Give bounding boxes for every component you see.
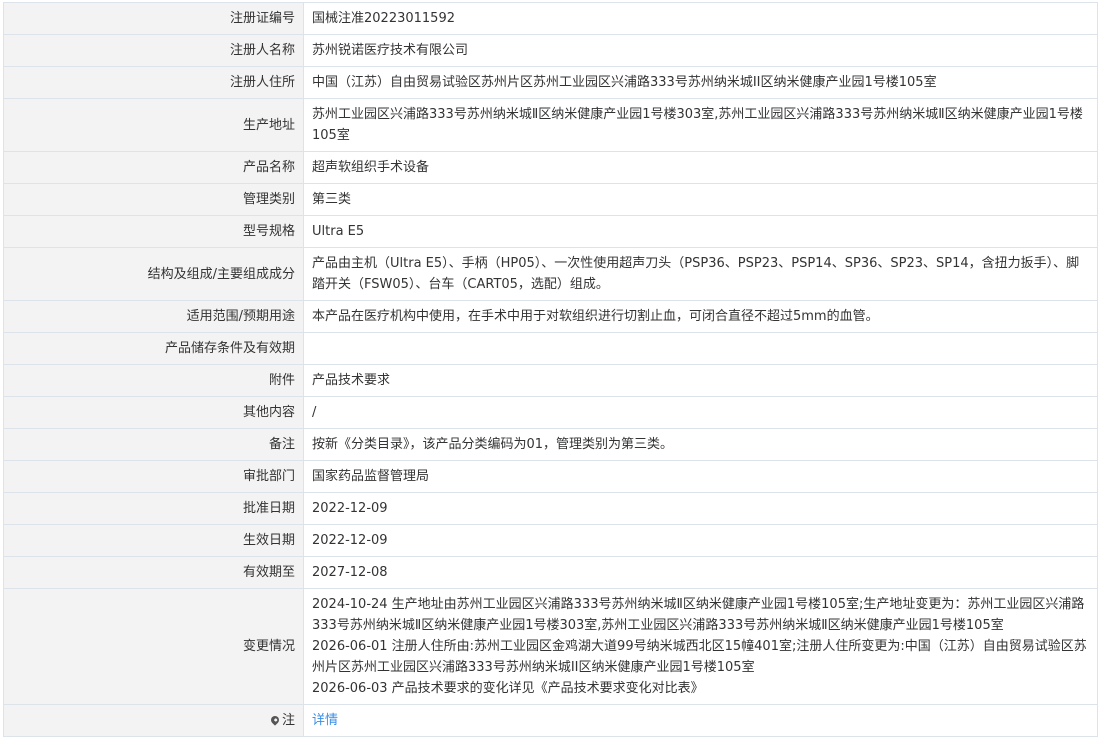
storage-value — [303, 332, 1098, 365]
note-label-cell: 注 — [3, 704, 304, 737]
reg-no-label: 注册证编号 — [3, 2, 304, 35]
valid-until-label: 有效期至 — [3, 556, 304, 589]
row-storage: 产品储存条件及有效期 — [3, 332, 1098, 365]
intended-use-label: 适用范围/预期用途 — [3, 300, 304, 333]
row-product-name: 产品名称 超声软组织手术设备 — [3, 151, 1098, 184]
row-attachment: 附件 产品技术要求 — [3, 364, 1098, 397]
registrant-name-value: 苏州锐诺医疗技术有限公司 — [303, 34, 1098, 67]
row-model-spec: 型号规格 Ultra E5 — [3, 215, 1098, 248]
structure-label: 结构及组成/主要组成成分 — [3, 247, 304, 301]
registrant-address-value: 中国（江苏）自由贸易试验区苏州片区苏州工业园区兴浦路333号苏州纳米城II区纳米… — [303, 66, 1098, 99]
reg-no-value: 国械注准20223011592 — [303, 2, 1098, 35]
production-address-value: 苏州工业园区兴浦路333号苏州纳米城Ⅱ区纳米健康产业园1号楼303室,苏州工业园… — [303, 98, 1098, 152]
row-changes: 变更情况 2024-10-24 生产地址由苏州工业园区兴浦路333号苏州纳米城Ⅱ… — [3, 588, 1098, 705]
row-production-address: 生产地址 苏州工业园区兴浦路333号苏州纳米城Ⅱ区纳米健康产业园1号楼303室,… — [3, 98, 1098, 152]
changes-label: 变更情况 — [3, 588, 304, 705]
row-management-class: 管理类别 第三类 — [3, 183, 1098, 216]
production-address-label: 生产地址 — [3, 98, 304, 152]
management-class-value: 第三类 — [303, 183, 1098, 216]
approval-dept-label: 审批部门 — [3, 460, 304, 493]
location-pin-icon — [269, 714, 281, 726]
approval-date-value: 2022-12-09 — [303, 492, 1098, 525]
note-value: 详情 — [303, 704, 1098, 737]
registrant-name-label: 注册人名称 — [3, 34, 304, 67]
row-valid-until: 有效期至 2027-12-08 — [3, 556, 1098, 589]
row-reg-no: 注册证编号 国械注准20223011592 — [3, 2, 1098, 35]
change-entry: 2026-06-03 产品技术要求的变化详见《产品技术要求变化对比表》 — [312, 681, 704, 696]
change-entry: 2026-06-01 注册人住所由:苏州工业园区金鸡湖大道99号纳米城西北区15… — [312, 639, 1087, 675]
storage-label: 产品储存条件及有效期 — [3, 332, 304, 365]
product-name-value: 超声软组织手术设备 — [303, 151, 1098, 184]
registration-detail: 注册证编号 国械注准20223011592 注册人名称 苏州锐诺医疗技术有限公司… — [3, 2, 1098, 737]
model-spec-label: 型号规格 — [3, 215, 304, 248]
approval-dept-value: 国家药品监督管理局 — [303, 460, 1098, 493]
intended-use-value: 本产品在医疗机构中使用，在手术中用于对软组织进行切割止血，可闭合直径不超过5mm… — [303, 300, 1098, 333]
row-note: 注 详情 — [3, 704, 1098, 737]
valid-until-value: 2027-12-08 — [303, 556, 1098, 589]
model-spec-value: Ultra E5 — [303, 215, 1098, 248]
details-link[interactable]: 详情 — [312, 713, 338, 728]
row-intended-use: 适用范围/预期用途 本产品在医疗机构中使用，在手术中用于对软组织进行切割止血，可… — [3, 300, 1098, 333]
change-entry: 2024-10-24 生产地址由苏州工业园区兴浦路333号苏州纳米城Ⅱ区纳米健康… — [312, 597, 1085, 633]
attachment-value: 产品技术要求 — [303, 364, 1098, 397]
attachment-label: 附件 — [3, 364, 304, 397]
approval-date-label: 批准日期 — [3, 492, 304, 525]
row-registrant-name: 注册人名称 苏州锐诺医疗技术有限公司 — [3, 34, 1098, 67]
note-label: 注 — [281, 713, 295, 728]
remark-value: 按新《分类目录》，该产品分类编码为01，管理类别为第三类。 — [303, 428, 1098, 461]
remark-label: 备注 — [3, 428, 304, 461]
product-name-label: 产品名称 — [3, 151, 304, 184]
other-value: / — [303, 396, 1098, 429]
effective-date-label: 生效日期 — [3, 524, 304, 557]
registration-info-table: 注册证编号 国械注准20223011592 注册人名称 苏州锐诺医疗技术有限公司… — [3, 2, 1098, 737]
registrant-address-label: 注册人住所 — [3, 66, 304, 99]
other-label: 其他内容 — [3, 396, 304, 429]
changes-value: 2024-10-24 生产地址由苏州工业园区兴浦路333号苏州纳米城Ⅱ区纳米健康… — [303, 588, 1098, 705]
row-effective-date: 生效日期 2022-12-09 — [3, 524, 1098, 557]
effective-date-value: 2022-12-09 — [303, 524, 1098, 557]
row-other: 其他内容 / — [3, 396, 1098, 429]
row-structure: 结构及组成/主要组成成分 产品由主机（Ultra E5）、手柄（HP05）、一次… — [3, 247, 1098, 301]
row-registrant-address: 注册人住所 中国（江苏）自由贸易试验区苏州片区苏州工业园区兴浦路333号苏州纳米… — [3, 66, 1098, 99]
row-approval-dept: 审批部门 国家药品监督管理局 — [3, 460, 1098, 493]
row-approval-date: 批准日期 2022-12-09 — [3, 492, 1098, 525]
structure-value: 产品由主机（Ultra E5）、手柄（HP05）、一次性使用超声刀头（PSP36… — [303, 247, 1098, 301]
row-remark: 备注 按新《分类目录》，该产品分类编码为01，管理类别为第三类。 — [3, 428, 1098, 461]
management-class-label: 管理类别 — [3, 183, 304, 216]
